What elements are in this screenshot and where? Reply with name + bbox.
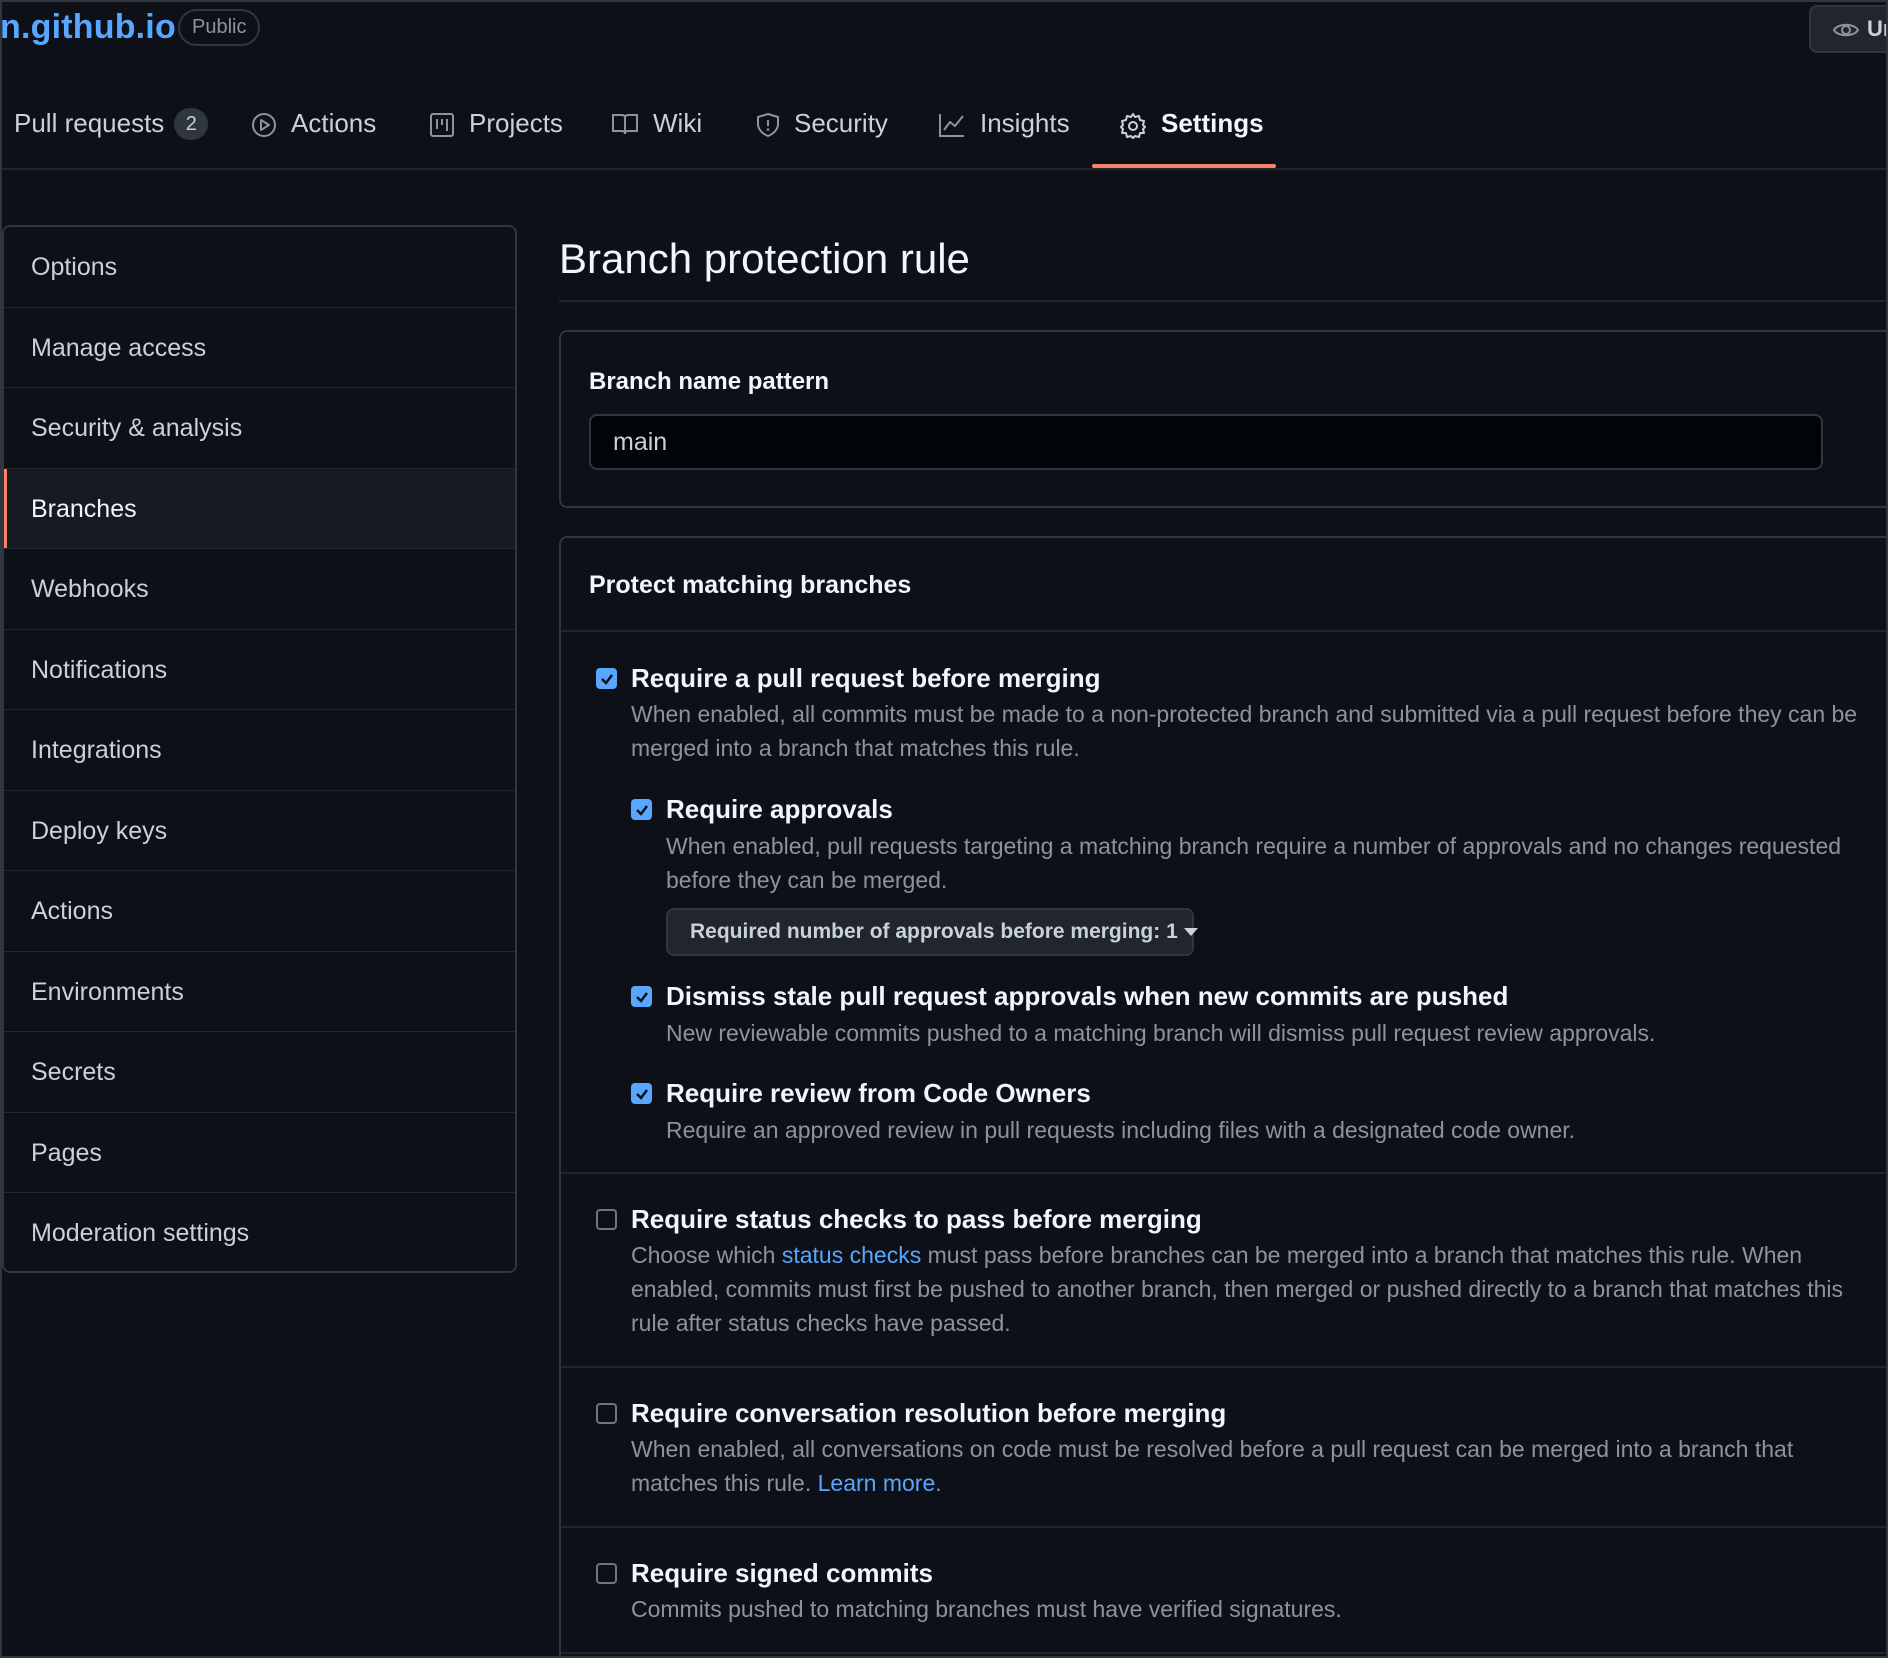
pull-requests-count: 2 [174, 108, 209, 140]
approvals-count-select[interactable]: Required number of approvals before merg… [666, 908, 1198, 956]
sidebar-item-branches[interactable]: Branches [4, 468, 515, 549]
status-checks-checkbox[interactable] [596, 1209, 617, 1230]
sidebar-item-options[interactable]: Options [4, 227, 515, 308]
conversation-checkbox[interactable] [596, 1403, 617, 1424]
tab-pull-requests[interactable]: Pull requests 2 [14, 96, 209, 170]
approvals-count-label: Required number of approvals before merg… [690, 920, 1178, 943]
sidebar-item-webhooks[interactable]: Webhooks [4, 549, 515, 630]
require-pr-title: Require a pull request before merging [631, 663, 1101, 693]
code-owners-title: Require review from Code Owners [666, 1078, 1091, 1108]
visibility-badge: Public [178, 9, 261, 46]
status-checks-section: Require status checks to pass before mer… [561, 1174, 1888, 1368]
tab-settings[interactable]: Settings [1119, 96, 1264, 170]
sidebar-item-moderation-settings[interactable]: Moderation settings [4, 1193, 515, 1271]
status-checks-desc-pre: Choose which [631, 1242, 782, 1268]
tab-actions[interactable]: Actions [251, 96, 376, 170]
caret-down-icon [1183, 928, 1198, 937]
sidebar-item-environments[interactable]: Environments [4, 952, 515, 1032]
conversation-desc-pre: When enabled, all conversations on code … [631, 1436, 1794, 1496]
require-pr-checkbox[interactable] [596, 668, 617, 689]
tab-wiki[interactable]: Wiki [611, 96, 702, 170]
branch-pattern-box: Branch name pattern main [559, 330, 1888, 508]
check-icon [636, 992, 648, 1003]
active-tab-indicator [1092, 164, 1276, 168]
shield-icon [757, 112, 779, 138]
dismiss-stale-desc: New reviewable commits pushed to a match… [666, 1020, 1656, 1046]
signed-commits-section: Require signed commits Commits pushed to… [561, 1528, 1888, 1654]
require-pr-section: Require a pull request before merging Wh… [561, 632, 1888, 1174]
sidebar-item-notifications[interactable]: Notifications [4, 630, 515, 710]
conversation-title: Require conversation resolution before m… [631, 1398, 1227, 1428]
play-icon [252, 113, 276, 137]
settings-sidebar: Options Manage access Security & analysi… [2, 225, 517, 1273]
require-approvals-desc: When enabled, pull requests targeting a … [666, 833, 1842, 893]
graph-icon [939, 114, 964, 137]
tab-label: Settings [1161, 108, 1264, 138]
tab-label: Insights [980, 108, 1070, 138]
branch-pattern-input[interactable]: main [589, 414, 1823, 470]
protect-heading: Protect matching branches [561, 538, 1888, 632]
conversation-section: Require conversation resolution before m… [561, 1368, 1888, 1528]
tab-label: Actions [291, 108, 377, 138]
sidebar-item-secrets[interactable]: Secrets [4, 1032, 515, 1113]
branch-pattern-label: Branch name pattern [589, 368, 830, 395]
check-icon [601, 674, 613, 685]
tab-insights[interactable]: Insights [938, 96, 1070, 170]
signed-commits-desc: Commits pushed to matching branches must… [631, 1596, 1342, 1622]
tab-projects[interactable]: Projects [429, 96, 563, 170]
page-title: Branch protection rule [559, 226, 1888, 302]
unwatch-button[interactable]: Un [1809, 5, 1888, 53]
tab-label: Security [794, 108, 888, 138]
tab-label: Projects [469, 108, 563, 138]
repo-header: n.github.io Public Un Pull requests 2 Ac… [0, 0, 1888, 170]
tab-label: Wiki [653, 108, 703, 138]
tab-label: Pull requests [14, 108, 165, 138]
book-icon [612, 114, 638, 135]
gear-icon [1120, 113, 1146, 139]
sidebar-item-security-analysis[interactable]: Security & analysis [4, 388, 515, 469]
sidebar-item-integrations[interactable]: Integrations [4, 710, 515, 791]
tab-security[interactable]: Security [756, 96, 888, 170]
repo-name-link[interactable]: n.github.io [0, 8, 176, 47]
require-approvals-checkbox[interactable] [631, 799, 652, 820]
require-approvals-title: Require approvals [666, 794, 893, 824]
require-pr-desc: When enabled, all commits must be made t… [631, 701, 1858, 761]
status-checks-link[interactable]: status checks [782, 1242, 921, 1268]
sidebar-item-deploy-keys[interactable]: Deploy keys [4, 791, 515, 871]
signed-commits-checkbox[interactable] [596, 1563, 617, 1584]
sidebar-item-pages[interactable]: Pages [4, 1113, 515, 1193]
protect-branches-box: Protect matching branches Require a pull… [559, 536, 1888, 1658]
learn-more-link[interactable]: Learn more [818, 1470, 936, 1496]
conversation-desc-post: . [935, 1470, 942, 1496]
dismiss-stale-checkbox[interactable] [631, 986, 652, 1007]
status-checks-desc: Choose which status checks must pass bef… [631, 1238, 1881, 1340]
status-checks-title: Require status checks to pass before mer… [631, 1204, 1202, 1234]
sidebar-item-actions[interactable]: Actions [4, 871, 515, 952]
check-icon [636, 1089, 648, 1100]
project-icon [430, 113, 454, 137]
conversation-desc: When enabled, all conversations on code … [631, 1432, 1881, 1500]
eye-icon [1833, 23, 1859, 37]
main-content: Branch protection rule Branch name patte… [559, 226, 1888, 1658]
code-owners-checkbox[interactable] [631, 1083, 652, 1104]
dismiss-stale-title: Dismiss stale pull request approvals whe… [666, 981, 1509, 1011]
code-owners-desc: Require an approved review in pull reque… [666, 1117, 1576, 1143]
check-icon [636, 805, 648, 816]
watch-button-label: Un [1867, 16, 1888, 41]
sidebar-item-manage-access[interactable]: Manage access [4, 308, 515, 388]
signed-commits-title: Require signed commits [631, 1558, 933, 1588]
